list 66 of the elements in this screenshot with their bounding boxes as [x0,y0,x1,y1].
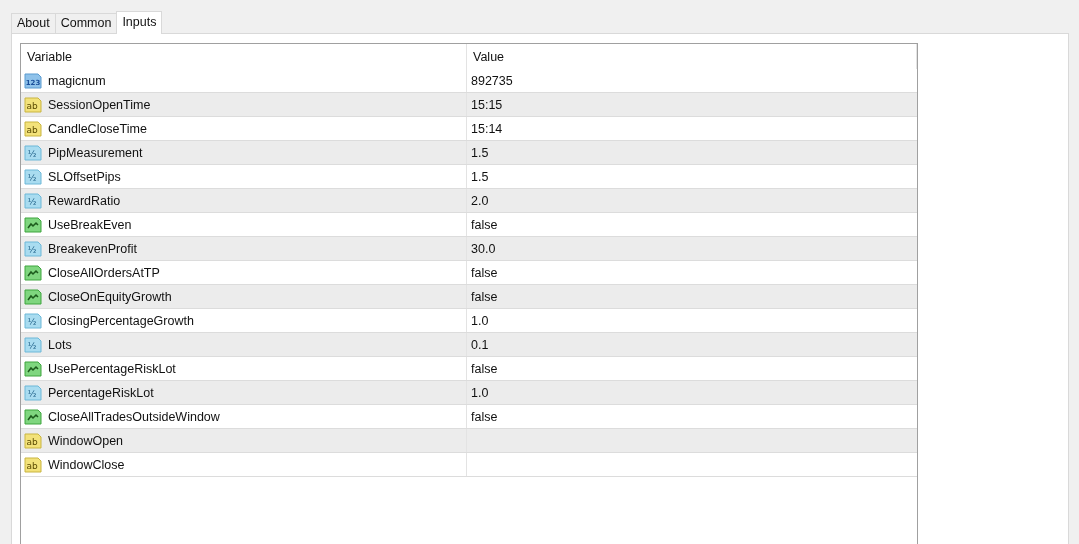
table-row[interactable]: CloseAllTradesOutsideWindow false [21,405,917,429]
table-row[interactable]: ½ PipMeasurement 1.5 [21,141,917,165]
variable-value: false [471,265,498,280]
variable-value: false [471,289,498,304]
variable-name: SLOffsetPips [48,169,121,184]
table-row[interactable]: CloseOnEquityGrowth false [21,285,917,309]
variable-value: 1.0 [471,385,489,400]
variable-value: 1.5 [471,145,489,160]
variable-value: false [471,217,498,232]
variable-value: 15:14 [471,121,503,136]
variable-name: WindowOpen [48,433,124,448]
table-row[interactable]: ab SessionOpenTime 15:15 [21,93,917,117]
variable-name: magicnum [48,73,106,88]
table-row[interactable]: ½ SLOffsetPips 1.5 [21,165,917,189]
table-row[interactable]: ½ BreakevenProfit 30.0 [21,237,917,261]
table-row[interactable]: ½ PercentageRiskLot 1.0 [21,381,917,405]
fraction-icon: ½ [24,383,42,402]
text-icon: ab [24,119,42,138]
table-row[interactable]: ab CandleCloseTime 15:14 [21,117,917,141]
text-icon: ab [24,95,42,114]
tab[interactable]: About [11,13,56,34]
variable-value: 1.0 [471,313,489,328]
table-row[interactable]: CloseAllOrdersAtTP false [21,261,917,285]
variable-value: 15:15 [471,97,503,112]
variable-name: BreakevenProfit [48,241,137,256]
variable-name: PercentageRiskLot [48,385,154,400]
toggle-icon [24,215,42,234]
table-row[interactable]: ½ RewardRatio 2.0 [21,189,917,213]
fraction-icon: ½ [24,167,42,186]
table-row[interactable]: ab WindowOpen [21,429,917,453]
variable-name: RewardRatio [48,193,121,208]
table-row[interactable]: ½ ClosingPercentageGrowth 1.0 [21,309,917,333]
toggle-icon [24,407,42,426]
variable-value: 30.0 [471,241,496,256]
variable-name: PipMeasurement [48,145,143,160]
fraction-icon: ½ [24,143,42,162]
text-icon: ab [24,455,42,474]
variable-value: false [471,409,498,424]
variable-value: false [471,361,498,376]
variable-name: Lots [48,337,72,352]
text-icon: ab [24,431,42,450]
table-row[interactable]: UsePercentageRiskLot false [21,357,917,381]
variable-name: CloseOnEquityGrowth [48,289,172,304]
variable-name: CandleCloseTime [48,121,147,136]
variable-name: SessionOpenTime [48,97,151,112]
fraction-icon: ½ [24,311,42,330]
variable-name: UsePercentageRiskLot [48,361,176,376]
variable-name: ClosingPercentageGrowth [48,313,194,328]
table-row[interactable]: ½ Lots 0.1 [21,333,917,357]
fraction-icon: ½ [24,191,42,210]
variable-name: UseBreakEven [48,217,132,232]
variable-value: 892735 [471,73,513,88]
variable-name: CloseAllTradesOutsideWindow [48,409,220,424]
toggle-icon [24,287,42,306]
table-row[interactable]: UseBreakEven false [21,213,917,237]
table-row[interactable]: ab WindowClose [21,453,917,477]
toggle-icon [24,263,42,282]
variable-name: CloseAllOrdersAtTP [48,265,160,280]
tab[interactable]: Inputs [116,11,163,34]
variable-value: 2.0 [471,193,489,208]
fraction-icon: ½ [24,239,42,258]
toggle-icon [24,359,42,378]
variable-value: 1.5 [471,169,489,184]
fraction-icon: ½ [24,335,42,354]
variable-value: 0.1 [471,337,489,352]
variable-name: WindowClose [48,457,125,472]
